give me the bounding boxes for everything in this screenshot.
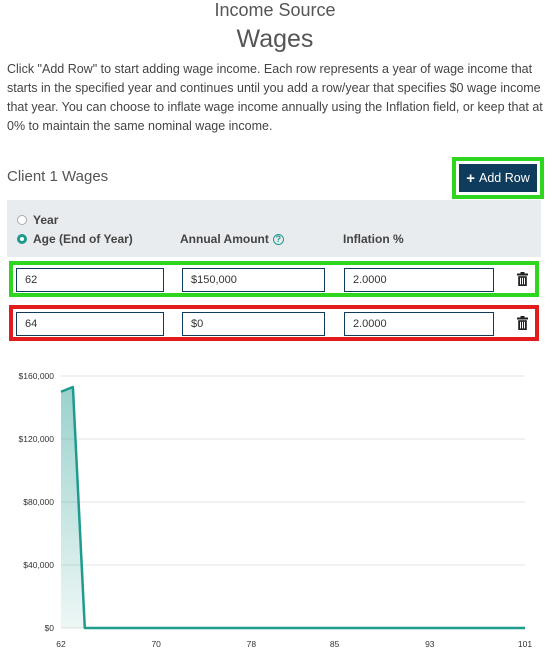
radio-year-option[interactable]: Year	[17, 213, 58, 227]
y-tick-label: $80,000	[23, 497, 54, 507]
plus-icon: +	[466, 169, 476, 187]
add-row-label: Add Row	[479, 171, 530, 185]
x-tick-label: 70	[151, 639, 161, 649]
y-tick-label: $40,000	[23, 560, 54, 570]
add-row-highlight: + Add Row	[452, 157, 544, 199]
amount-input[interactable]	[182, 268, 325, 292]
instructions-text: Click "Add Row" to start adding wage inc…	[7, 62, 543, 133]
x-tick-label: 78	[247, 639, 257, 649]
inflation-input[interactable]	[344, 312, 494, 336]
y-tick-label: $160,000	[19, 371, 55, 381]
series-area	[61, 387, 525, 628]
wage-row	[9, 261, 539, 297]
radio-age-option[interactable]: Age (End of Year)	[17, 232, 133, 246]
column-header-amount: Annual Amount ?	[180, 232, 284, 246]
radio-year[interactable]	[17, 215, 27, 225]
wage-row	[9, 305, 539, 341]
x-tick-label: 101	[518, 639, 532, 649]
page-subtitle: Income Source	[214, 0, 336, 20]
x-tick-label: 85	[330, 639, 340, 649]
column-header-amount-label: Annual Amount	[180, 232, 269, 246]
trash-icon[interactable]	[517, 272, 528, 286]
radio-year-label: Year	[33, 213, 59, 227]
y-tick-label: $0	[45, 623, 55, 633]
section-title: Client 1 Wages	[7, 168, 109, 185]
page-title: Wages	[236, 25, 314, 53]
column-header-inflation-label: Inflation %	[343, 232, 404, 246]
column-header-inflation: Inflation %	[343, 232, 404, 246]
x-tick-label: 93	[425, 639, 435, 649]
radio-age-label: Age (End of Year)	[33, 232, 133, 246]
help-icon[interactable]: ?	[272, 233, 284, 245]
x-tick-label: 62	[56, 639, 66, 649]
inflation-input[interactable]	[344, 268, 494, 292]
amount-input[interactable]	[182, 312, 325, 336]
trash-icon[interactable]	[517, 316, 528, 330]
age-input[interactable]	[16, 312, 164, 336]
y-tick-label: $120,000	[19, 434, 55, 444]
series-line	[60, 385, 525, 630]
wage-income-chart: $0 $40,000 $80,000 $120,000 $160,000 62 70 78 85…	[19, 371, 533, 649]
add-row-button[interactable]: + Add Row	[459, 164, 537, 192]
table-header: Year Age (End of Year) Annual Amount ? I…	[7, 200, 541, 257]
radio-age[interactable]	[17, 234, 27, 244]
age-input[interactable]	[16, 268, 164, 292]
